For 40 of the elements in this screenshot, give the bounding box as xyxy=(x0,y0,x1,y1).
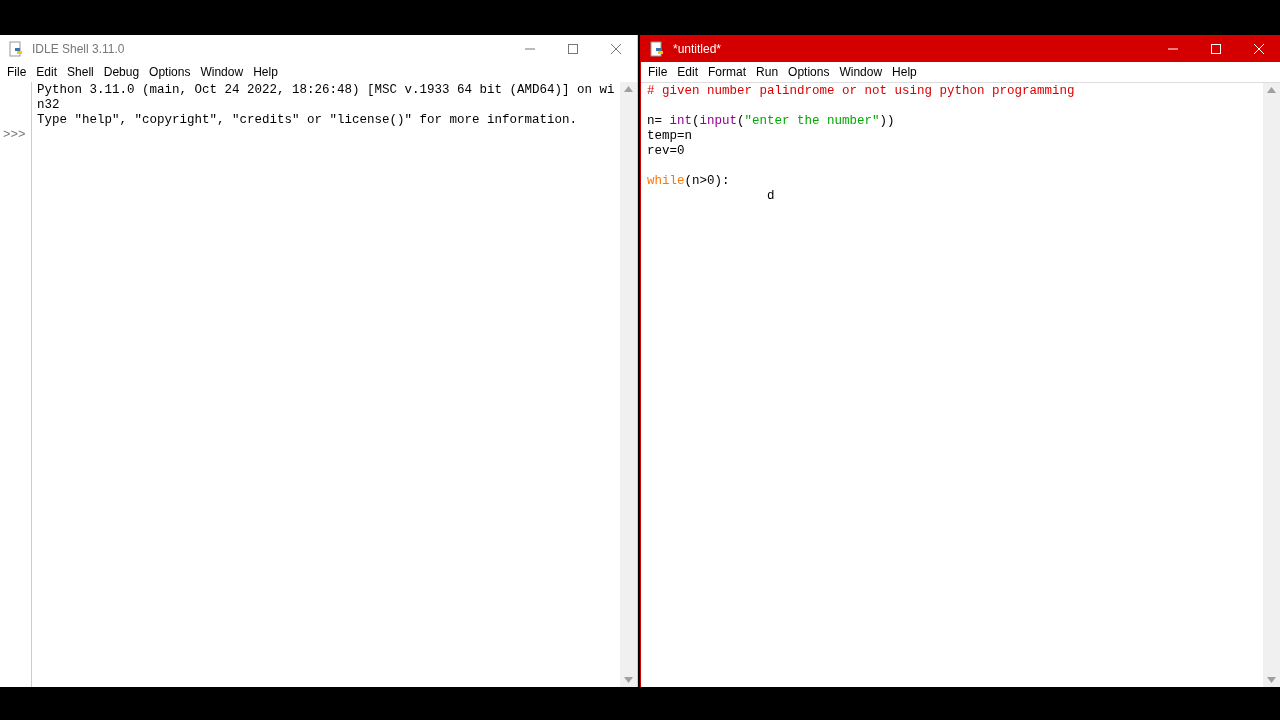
window-title: *untitled* xyxy=(673,40,723,58)
menu-item[interactable]: File xyxy=(643,63,673,81)
menu-item[interactable]: Help xyxy=(248,63,283,81)
scroll-up-icon xyxy=(624,86,633,92)
menu-item[interactable]: Options xyxy=(144,63,196,81)
prompt: >>> xyxy=(2,128,27,143)
output-line: n32 xyxy=(37,98,61,113)
menu-item[interactable]: Debug xyxy=(98,63,145,81)
menu-item[interactable]: Help xyxy=(887,63,922,81)
scroll-down-icon xyxy=(1267,677,1276,683)
code-line: # given number palindrome or not using python programming xyxy=(647,84,1075,99)
shell-text-area[interactable]: Python 3.11.0 (main, Oct 24 2022, 18:26:48) [MSC v.1933 64 bit (AMD64)] on wi n32 Type "help", "copyright", "credits" or "license()" for more information. xyxy=(32,82,620,687)
code-line: temp=n xyxy=(647,129,692,144)
code-line: while(n>0): xyxy=(647,174,730,189)
window-title: IDLE Shell 3.11.0 xyxy=(32,40,126,58)
menu-item[interactable]: File xyxy=(2,63,32,81)
close-icon xyxy=(1253,43,1264,54)
scroll-down-icon xyxy=(624,677,633,683)
python-file-icon xyxy=(649,40,665,57)
code-editor[interactable]: # given number palindrome or not using python programming n= int(input("enter the number")) temp=n rev=0 while(n>0): d xyxy=(641,83,1263,687)
output-line: Type "help", "copyright", "credits" or "license()" for more information. xyxy=(37,113,579,128)
scrollbar[interactable] xyxy=(1263,83,1280,687)
menu-item[interactable]: Edit xyxy=(31,63,63,81)
menu-item[interactable]: Run xyxy=(751,63,784,81)
menu-item[interactable]: Edit xyxy=(672,63,704,81)
code-line: n= int(input("enter the number")) xyxy=(647,114,895,129)
python-file-icon xyxy=(8,40,24,57)
menu-item[interactable]: Format xyxy=(703,63,752,81)
scroll-up-icon xyxy=(1267,87,1276,93)
code-line: rev=0 xyxy=(647,144,685,159)
menu-item[interactable]: Window xyxy=(834,63,888,81)
code-line: d xyxy=(766,189,775,204)
close-icon xyxy=(610,43,621,54)
output-line: Python 3.11.0 (main, Oct 24 2022, 18:26:48) [MSC v.1933 64 bit (AMD64)] on wi xyxy=(37,83,616,98)
menu-item[interactable]: Window xyxy=(195,63,249,81)
menu-item[interactable]: Options xyxy=(783,63,835,81)
menu-item[interactable]: Shell xyxy=(62,63,99,81)
maximize-icon xyxy=(1210,43,1221,54)
maximize-icon xyxy=(567,43,578,54)
scrollbar[interactable] xyxy=(620,82,637,687)
